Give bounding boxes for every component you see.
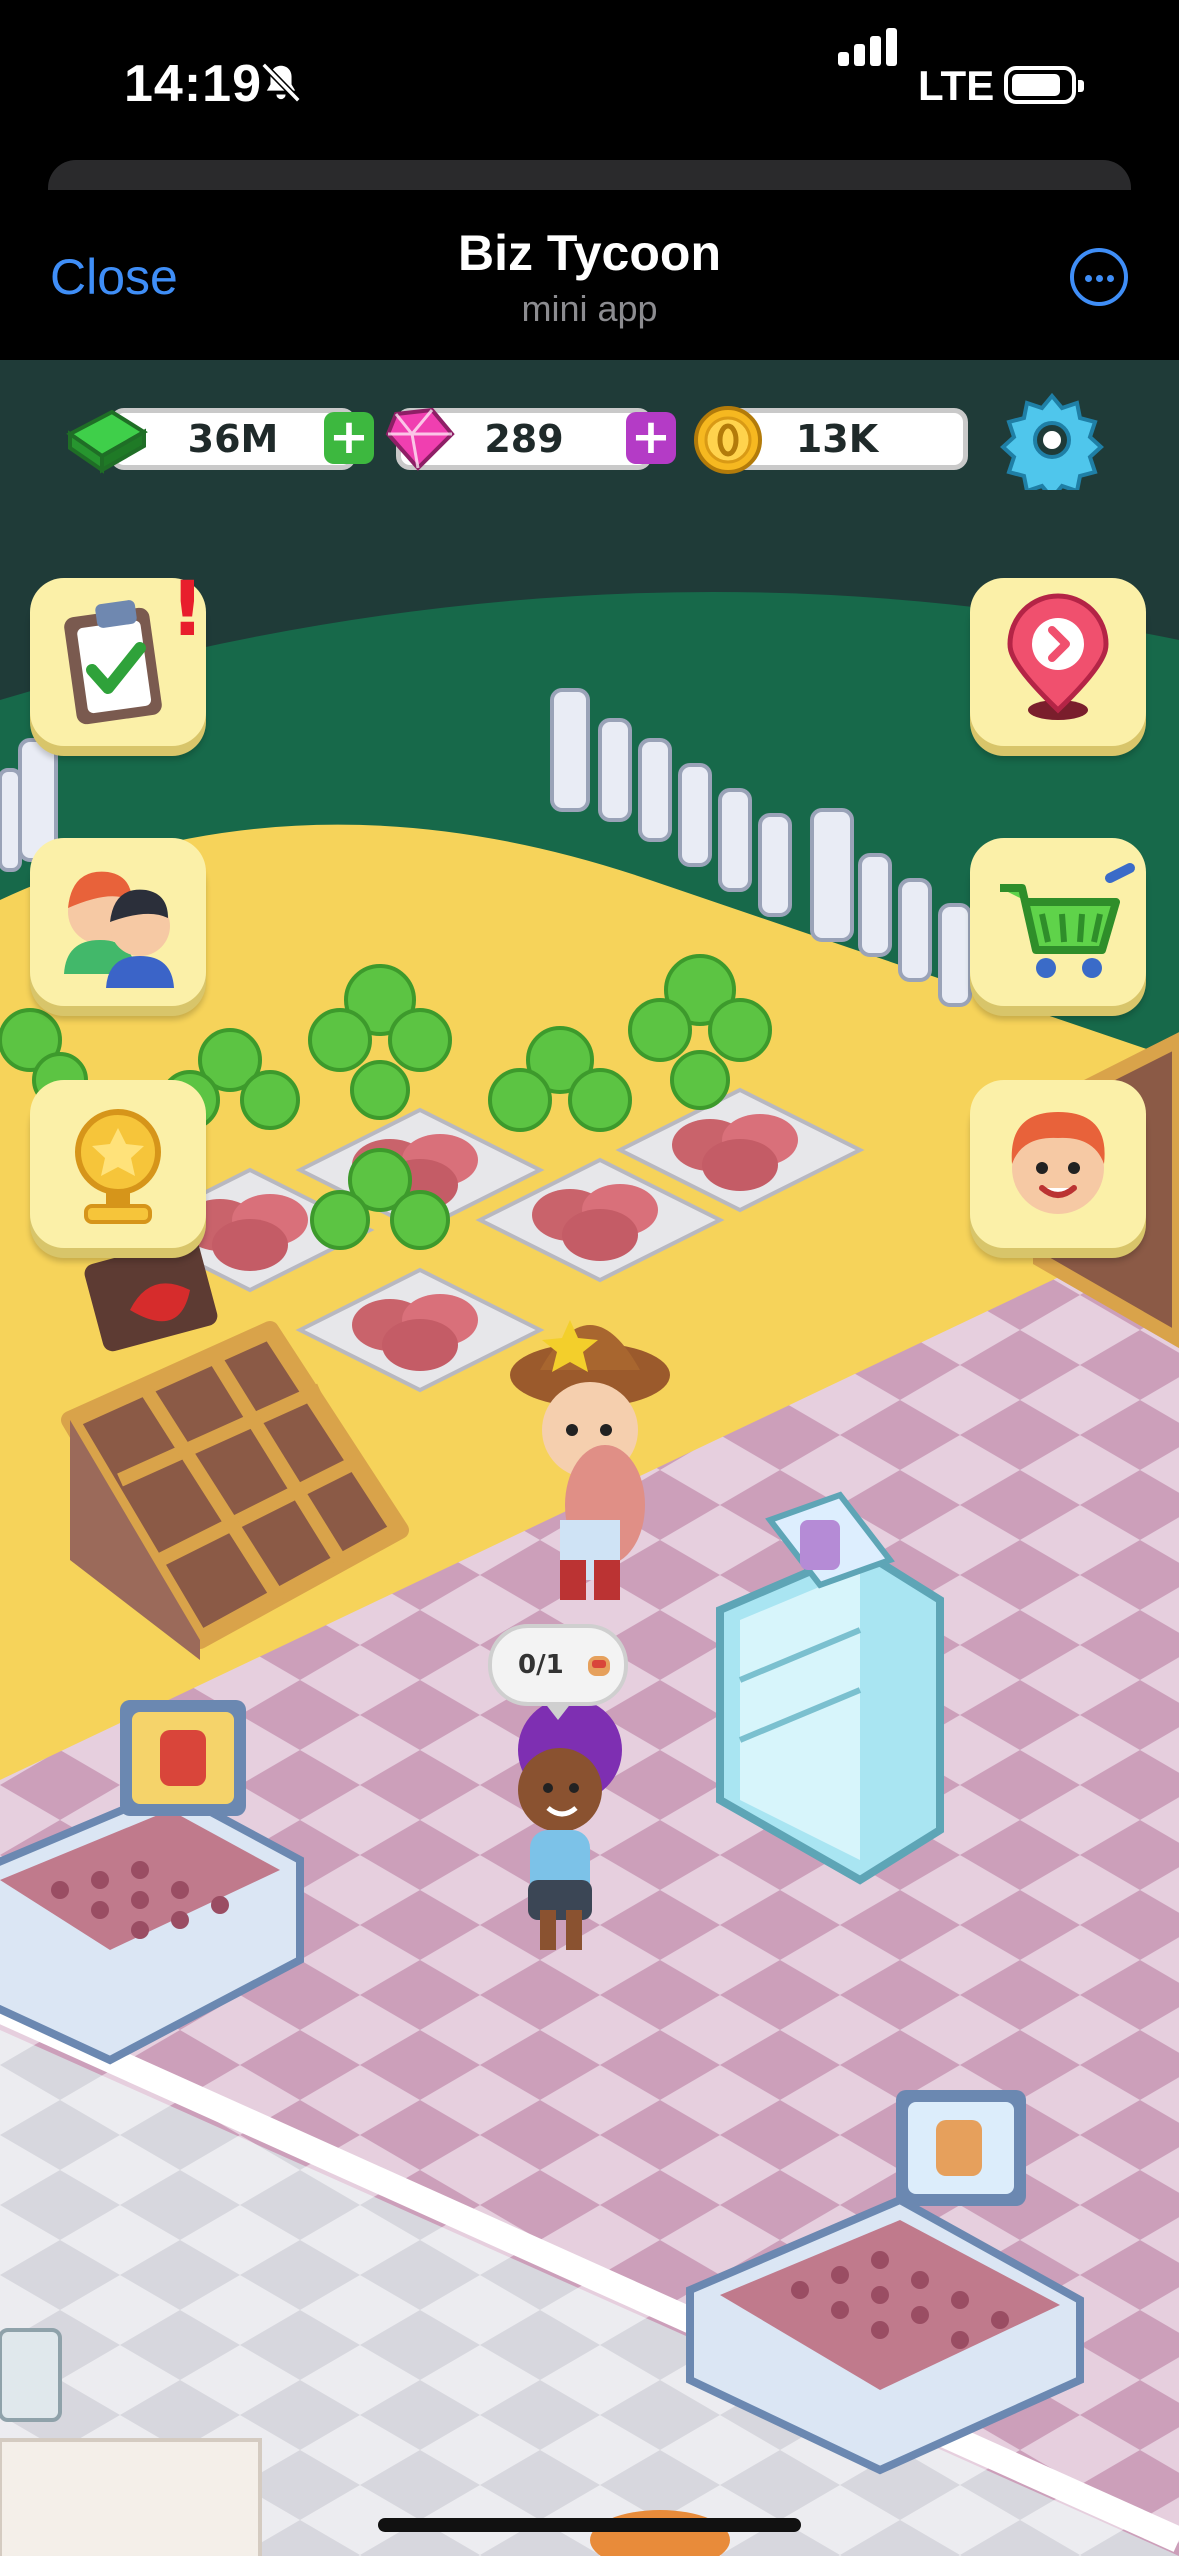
resource-bar: 36M + 289 + 13K xyxy=(0,360,1179,516)
tasks-button[interactable]: ! xyxy=(30,564,206,746)
manager-button[interactable] xyxy=(970,1080,1146,1248)
app-title: Biz Tycoon xyxy=(458,225,721,281)
game-viewport[interactable]: 36M + 289 + 13K ! 0/1 xyxy=(0,360,1179,2556)
add-cash-button[interactable]: + xyxy=(324,412,374,464)
staff-button[interactable] xyxy=(30,838,206,1006)
pink-gem-icon xyxy=(385,407,455,471)
add-gems-button[interactable]: + xyxy=(626,412,676,464)
staff-people-icon xyxy=(64,871,174,988)
battery-icon xyxy=(1004,66,1084,104)
map-pin-icon xyxy=(1007,593,1109,720)
achievements-button[interactable] xyxy=(30,1080,206,1248)
status-bar: 14:19 LTE xyxy=(0,0,1179,160)
shop-button[interactable] xyxy=(970,838,1146,1006)
burrito-icon xyxy=(588,1656,610,1676)
app-subtitle: mini app xyxy=(521,288,658,329)
manager-face-icon xyxy=(1011,1112,1105,1214)
home-indicator[interactable] xyxy=(378,2518,801,2532)
mini-app-header: Close Biz Tycoon mini app xyxy=(0,192,1179,360)
sheet-edge xyxy=(48,160,1131,190)
map-button[interactable] xyxy=(970,578,1146,746)
green-cash-icon xyxy=(66,409,148,474)
customer-order-bubble: 0/1 xyxy=(488,1624,628,1720)
gold-coin-icon xyxy=(694,406,762,474)
status-time: 14:19 xyxy=(124,55,262,113)
bell-slash-icon xyxy=(261,62,301,103)
shopping-cart-icon xyxy=(1000,863,1135,978)
trophy-icon xyxy=(75,1109,161,1224)
gear-icon[interactable] xyxy=(1000,390,1104,490)
network-type: LTE xyxy=(918,62,995,109)
ellipsis-circle-icon[interactable] xyxy=(1070,248,1128,306)
tasks-alert-badge: ! xyxy=(170,564,205,653)
plus-icon: + xyxy=(324,412,374,464)
order-progress: 0/1 xyxy=(518,1650,564,1680)
plus-icon: + xyxy=(626,412,676,464)
